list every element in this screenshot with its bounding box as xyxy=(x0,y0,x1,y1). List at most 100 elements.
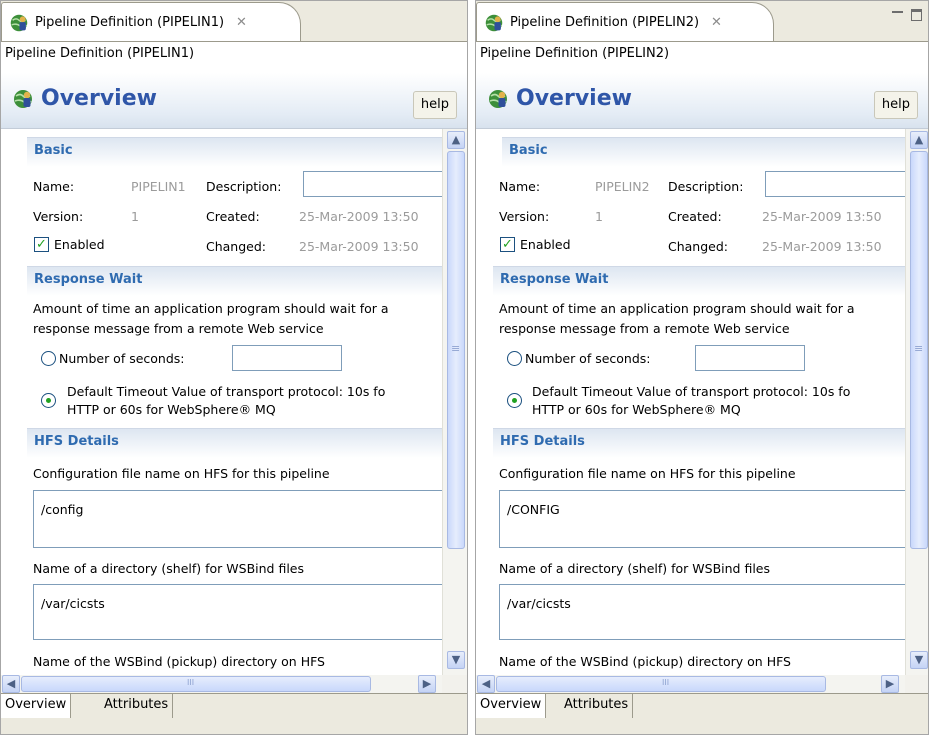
number-of-seconds-label: Number of seconds: xyxy=(59,351,185,366)
response-wait-description-2: response message from a remote Web servi… xyxy=(499,321,790,336)
scroll-right-button[interactable]: ▶ xyxy=(881,675,899,693)
enabled-checkbox[interactable]: ✓ xyxy=(500,237,515,252)
editor-tab[interactable]: Pipeline Definition (PIPELIN1) ✕ xyxy=(1,2,301,42)
section-response-wait: Response Wait xyxy=(493,266,905,296)
scroll-up-button[interactable]: ▲ xyxy=(910,131,928,149)
maximize-icon[interactable] xyxy=(911,9,922,21)
editor-path-title: Pipeline Definition (PIPELIN2) xyxy=(476,41,928,73)
editor-tab-bar: Pipeline Definition (PIPELIN2) ✕ xyxy=(476,1,928,42)
response-wait-description: Amount of time an application program sh… xyxy=(33,301,389,316)
form-content: Basic Name: PIPELIN1 Description: Versio… xyxy=(1,129,442,675)
section-title: Response Wait xyxy=(500,272,609,287)
name-label: Name: xyxy=(33,179,75,194)
tab-attributes[interactable]: Attributes xyxy=(560,694,634,718)
scroll-left-button[interactable]: ◀ xyxy=(477,675,495,693)
editor-tab[interactable]: Pipeline Definition (PIPELIN2) ✕ xyxy=(476,2,774,42)
section-title: HFS Details xyxy=(500,434,585,449)
changed-value: 25-Mar-2009 13:50 xyxy=(299,239,419,254)
number-of-seconds-radio[interactable] xyxy=(41,351,56,366)
tab-overview[interactable]: Overview xyxy=(476,694,547,718)
page-tabs: Overview Attributes xyxy=(1,693,467,734)
section-basic: Basic xyxy=(502,137,905,167)
enabled-checkbox[interactable]: ✓ xyxy=(34,237,49,252)
pipeline-globe-icon xyxy=(485,13,503,32)
help-button[interactable]: help xyxy=(412,91,457,119)
form-header: Overview help xyxy=(476,73,928,129)
shelf-directory-value: /var/cicsts xyxy=(41,596,105,611)
response-wait-description: Amount of time an application program sh… xyxy=(499,301,855,316)
created-label: Created: xyxy=(668,209,722,224)
enabled-label: Enabled xyxy=(520,237,571,252)
description-input[interactable] xyxy=(303,171,442,197)
vertical-scroll-thumb[interactable] xyxy=(447,151,465,549)
description-label: Description: xyxy=(206,179,282,194)
shelf-directory-input[interactable]: /var/cicsts xyxy=(499,584,905,640)
pipeline-globe-icon xyxy=(13,89,33,109)
vertical-scrollbar[interactable]: ▲ ▼ xyxy=(905,129,928,675)
changed-label: Changed: xyxy=(668,239,729,254)
response-wait-description-2: response message from a remote Web servi… xyxy=(33,321,324,336)
created-label: Created: xyxy=(206,209,260,224)
number-of-seconds-label: Number of seconds: xyxy=(525,351,651,366)
scroll-right-button[interactable]: ▶ xyxy=(418,675,436,693)
default-timeout-label: Default Timeout Value of transport proto… xyxy=(67,384,386,399)
number-of-seconds-input[interactable] xyxy=(232,345,342,371)
default-timeout-label-2: HTTP or 60s for WebSphere® MQ xyxy=(532,402,741,417)
minimize-icon[interactable] xyxy=(892,11,903,22)
close-icon[interactable]: ✕ xyxy=(236,15,247,30)
help-button[interactable]: help xyxy=(873,91,918,119)
created-value: 25-Mar-2009 13:50 xyxy=(762,209,882,224)
config-file-label: Configuration file name on HFS for this … xyxy=(499,466,796,481)
section-title: Basic xyxy=(509,143,548,158)
number-of-seconds-radio[interactable] xyxy=(507,351,522,366)
number-of-seconds-input[interactable] xyxy=(695,345,805,371)
default-timeout-label-2: HTTP or 60s for WebSphere® MQ xyxy=(67,402,276,417)
horizontal-scrollbar[interactable]: ◀ ▶ xyxy=(1,675,442,693)
config-file-input[interactable]: /CONFIG xyxy=(499,490,905,548)
horizontal-scroll-thumb[interactable] xyxy=(21,676,371,692)
scroll-down-button[interactable]: ▼ xyxy=(910,651,928,669)
path-title-text: Pipeline Definition (PIPELIN1) xyxy=(5,46,195,61)
name-label: Name: xyxy=(499,179,541,194)
enabled-label: Enabled xyxy=(54,237,105,252)
version-value: 1 xyxy=(595,209,603,224)
page-tabs: Overview Attributes xyxy=(476,693,928,734)
form-header: Overview help xyxy=(1,73,467,129)
config-file-value: /CONFIG xyxy=(507,502,560,517)
horizontal-scrollbar[interactable]: ◀ ▶ xyxy=(476,675,905,693)
version-value: 1 xyxy=(131,209,139,224)
shelf-directory-input[interactable]: /var/cicsts xyxy=(33,584,442,640)
name-value: PIPELIN2 xyxy=(595,179,650,194)
section-hfs-details: HFS Details xyxy=(27,428,442,458)
section-basic: Basic xyxy=(27,137,442,167)
default-timeout-radio[interactable] xyxy=(507,393,522,408)
tab-attributes[interactable]: Attributes xyxy=(100,694,174,718)
vertical-scroll-thumb[interactable] xyxy=(910,151,928,549)
pipeline-editor-2: Pipeline Definition (PIPELIN2) ✕ Pipelin… xyxy=(475,0,929,735)
version-label: Version: xyxy=(499,209,550,224)
editor-path-title: Pipeline Definition (PIPELIN1) xyxy=(1,41,467,73)
pipeline-globe-icon xyxy=(488,89,508,109)
vertical-scrollbar[interactable]: ▲ ▼ xyxy=(442,129,467,675)
changed-value: 25-Mar-2009 13:50 xyxy=(762,239,882,254)
pipeline-editor-1: Pipeline Definition (PIPELIN1) ✕ Pipelin… xyxy=(0,0,468,735)
default-timeout-label: Default Timeout Value of transport proto… xyxy=(532,384,851,399)
tab-overview[interactable]: Overview xyxy=(1,694,72,718)
description-label: Description: xyxy=(668,179,744,194)
scroll-up-button[interactable]: ▲ xyxy=(447,131,465,149)
default-timeout-radio[interactable] xyxy=(41,393,56,408)
close-icon[interactable]: ✕ xyxy=(711,15,722,30)
scroll-left-button[interactable]: ◀ xyxy=(2,675,20,693)
horizontal-scroll-thumb[interactable] xyxy=(496,676,826,692)
description-input[interactable] xyxy=(765,171,905,197)
path-title-text: Pipeline Definition (PIPELIN2) xyxy=(480,46,670,61)
section-title: Response Wait xyxy=(34,272,143,287)
page-title: Overview xyxy=(516,86,632,111)
version-label: Version: xyxy=(33,209,84,224)
scroll-down-button[interactable]: ▼ xyxy=(447,651,465,669)
pipeline-globe-icon xyxy=(10,13,28,32)
shelf-directory-label: Name of a directory (shelf) for WSBind f… xyxy=(499,561,771,576)
config-file-input[interactable]: /config xyxy=(33,490,442,548)
config-file-value: /config xyxy=(41,502,84,517)
created-value: 25-Mar-2009 13:50 xyxy=(299,209,419,224)
